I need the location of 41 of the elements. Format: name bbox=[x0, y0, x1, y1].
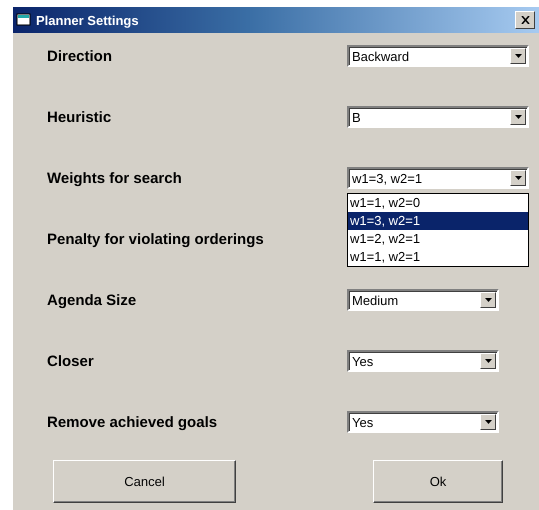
dropdown-arrow-button[interactable] bbox=[510, 109, 526, 125]
dropdown-option[interactable]: w1=1, w2=1 bbox=[348, 248, 528, 266]
caret-icon bbox=[484, 298, 492, 302]
dropdown-option[interactable]: w1=1, w2=0 bbox=[348, 194, 528, 212]
setting-label: Weights for search bbox=[47, 170, 183, 186]
dropdown-option[interactable]: w1=3, w2=1 bbox=[348, 212, 528, 230]
dropdown-value: Yes bbox=[351, 354, 374, 368]
caret-icon bbox=[514, 115, 522, 119]
caret-icon bbox=[484, 359, 492, 363]
dropdown-arrow-button[interactable] bbox=[480, 292, 496, 308]
setting-label: Agenda Size bbox=[47, 292, 138, 308]
dropdown-arrow-button[interactable] bbox=[510, 170, 526, 186]
dropdown[interactable]: Medium bbox=[347, 289, 499, 311]
dropdown[interactable]: B bbox=[347, 106, 529, 128]
dropdown-value: w1=3, w2=1 bbox=[351, 170, 424, 186]
caret-icon bbox=[514, 176, 522, 180]
dropdown-value: Yes bbox=[351, 414, 374, 430]
caret-icon bbox=[484, 420, 492, 424]
setting-label: Closer bbox=[47, 352, 95, 370]
dropdown-arrow-button[interactable] bbox=[480, 353, 496, 369]
dropdown[interactable]: Backward bbox=[347, 45, 529, 67]
dialog-button[interactable]: Ok bbox=[373, 460, 503, 503]
dropdown-arrow-button[interactable] bbox=[510, 48, 526, 64]
dropdown-arrow-button[interactable] bbox=[480, 414, 496, 430]
dropdown-option[interactable]: w1=2, w2=1 bbox=[348, 230, 528, 248]
setting-label: Heuristic bbox=[47, 108, 112, 126]
setting-label: Direction bbox=[47, 48, 114, 64]
dropdown-value: B bbox=[351, 110, 362, 124]
window-title: Planner Settings bbox=[36, 12, 140, 28]
window-icon bbox=[16, 13, 32, 27]
dropdown-value: Backward bbox=[351, 48, 410, 64]
dialog-button[interactable]: Cancel bbox=[53, 460, 236, 503]
close-icon bbox=[520, 16, 530, 24]
dropdown[interactable]: w1=3, w2=1 bbox=[347, 167, 529, 189]
close-button[interactable] bbox=[515, 11, 535, 29]
caret-icon bbox=[514, 54, 522, 58]
dropdown-value: Medium bbox=[351, 292, 400, 308]
dropdown[interactable]: Yes bbox=[347, 350, 499, 372]
setting-label: Penalty for violating orderings bbox=[47, 230, 265, 248]
dropdown[interactable]: Yes bbox=[347, 411, 499, 433]
setting-label: Remove achieved goals bbox=[47, 414, 218, 430]
